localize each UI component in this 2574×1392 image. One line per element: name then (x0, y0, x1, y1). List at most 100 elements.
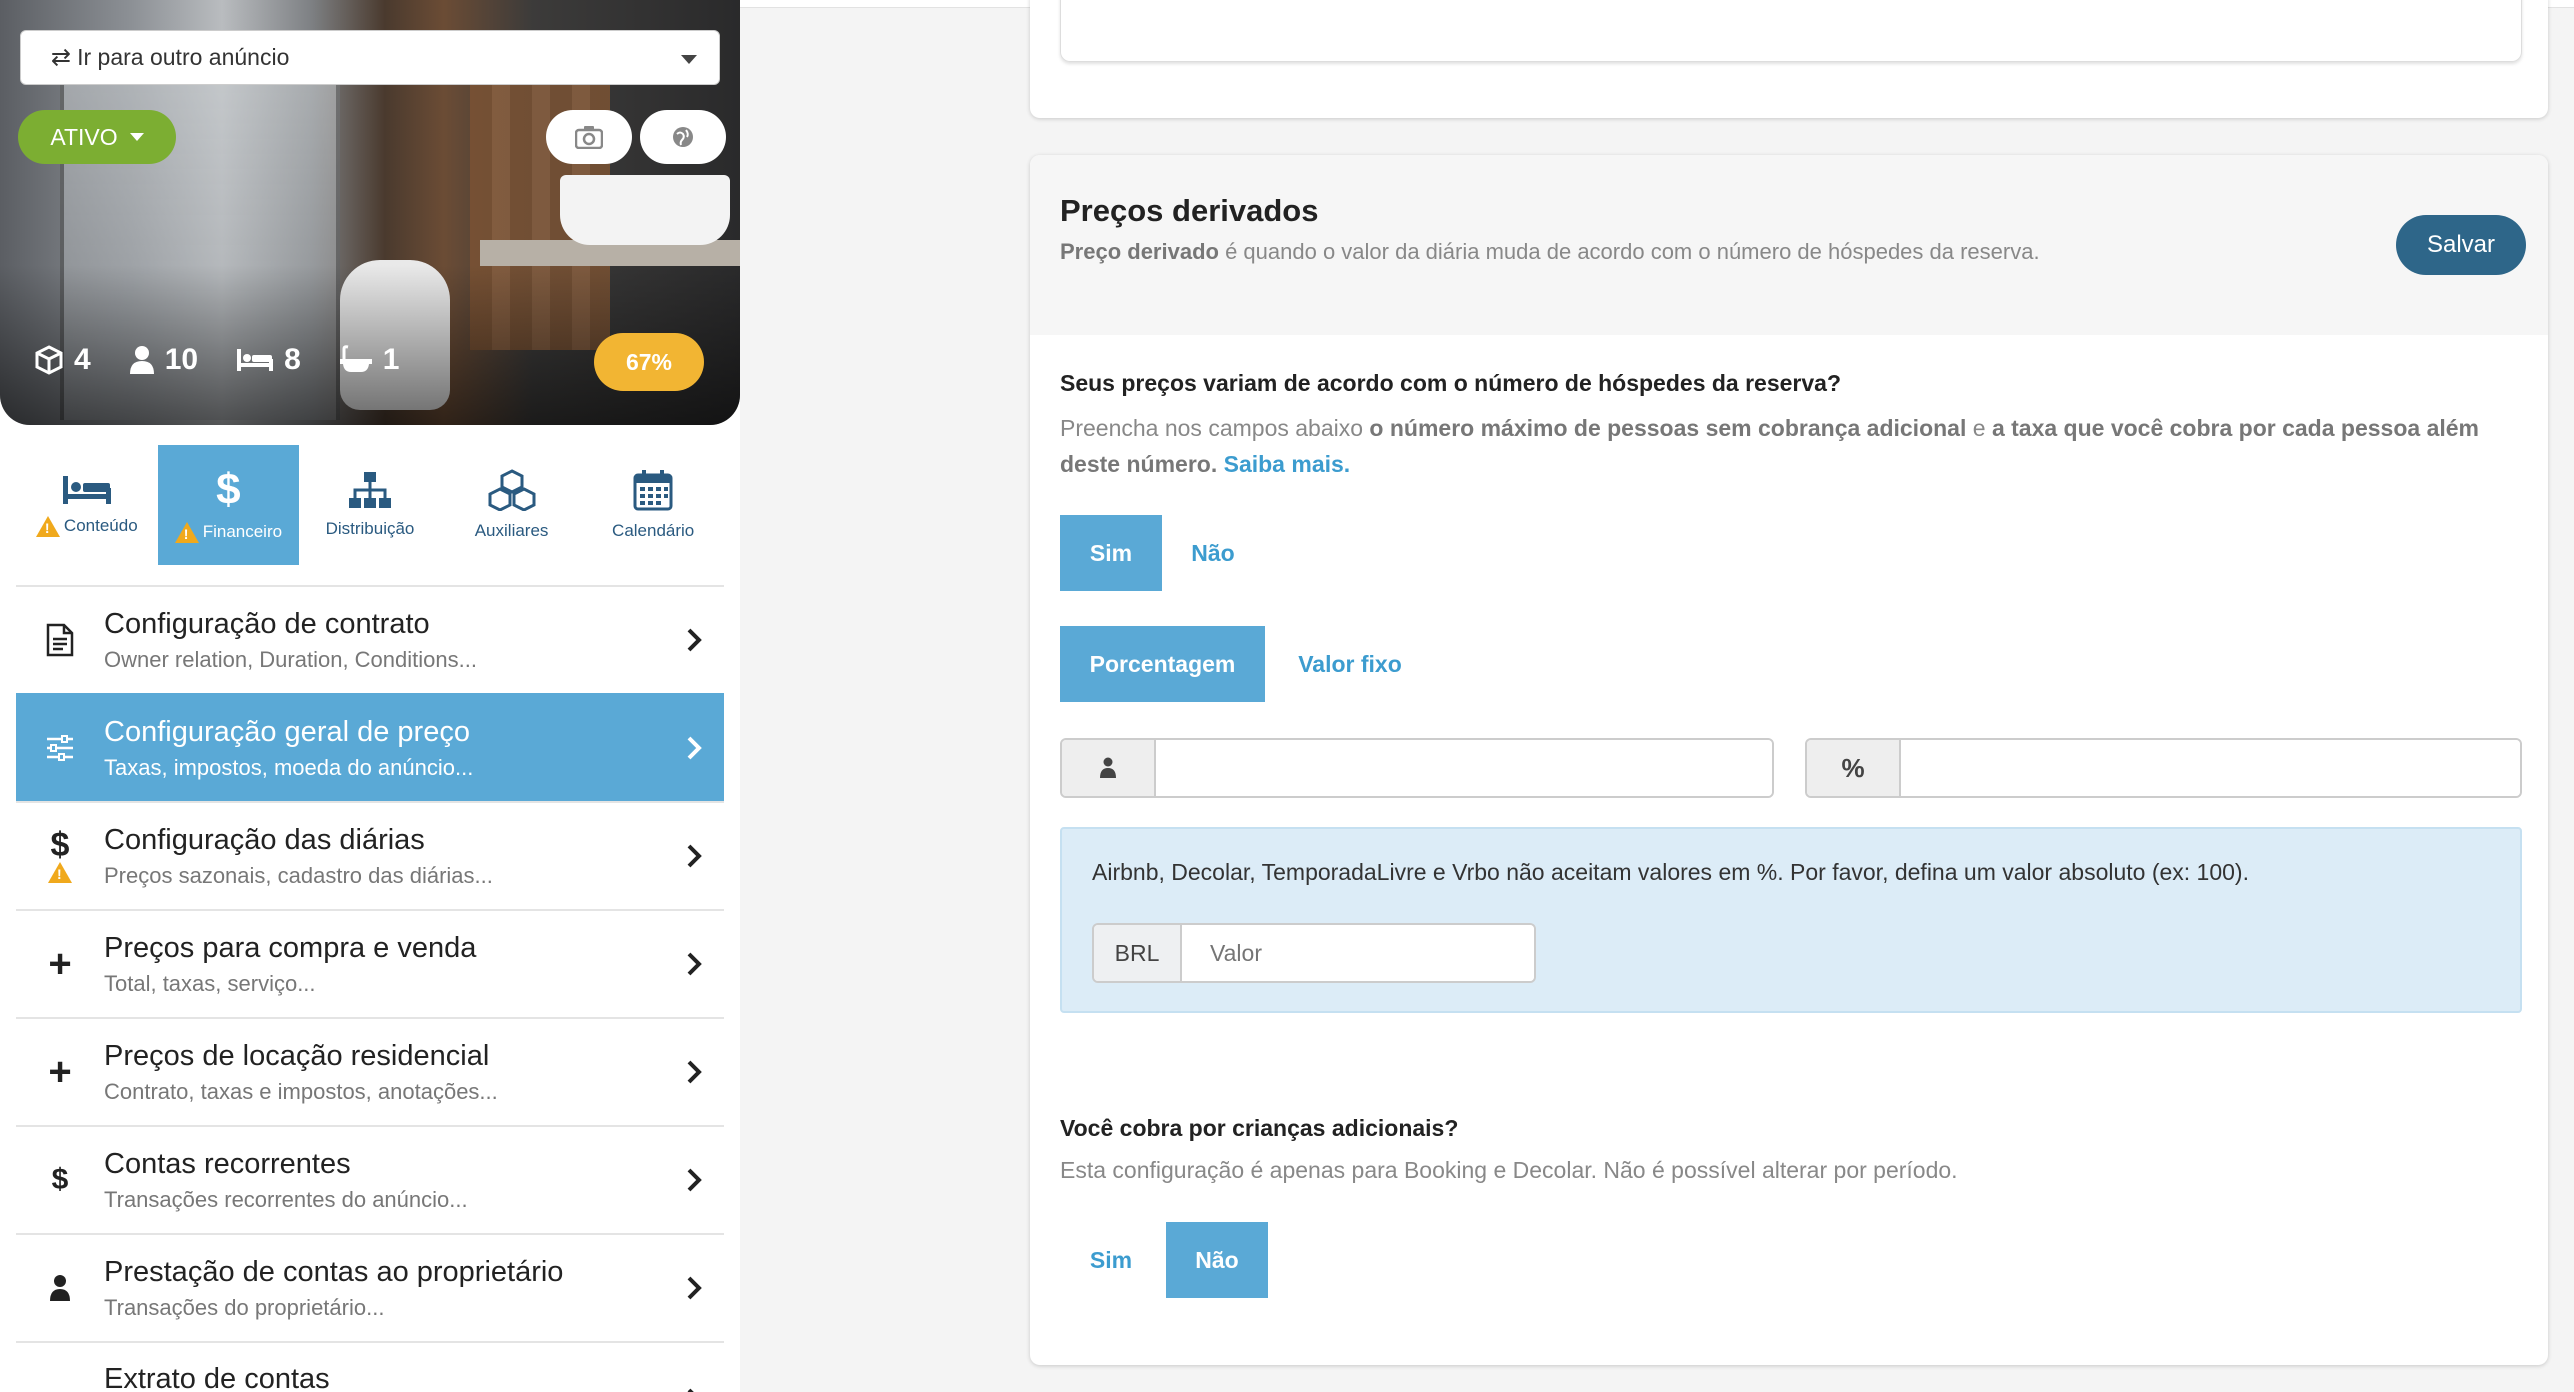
absolute-value-input[interactable] (1182, 925, 1534, 981)
guests-desc-a: Preencha nos campos abaixo (1060, 415, 1370, 441)
stat-guests: 10 (129, 343, 198, 377)
menu-item-title: Prestação de contas ao proprietário (104, 1255, 564, 1288)
bath-icon (339, 345, 372, 372)
stat-units: 4 (34, 343, 91, 377)
dollar-icon: $ (50, 825, 70, 864)
user-icon (50, 1275, 70, 1301)
tab-calendario[interactable]: Calendário (582, 445, 724, 565)
percentage-button[interactable]: Porcentagem (1060, 626, 1265, 702)
children-yes-button[interactable]: Sim (1060, 1222, 1162, 1298)
children-question-title: Você cobra por crianças adicionais? (1060, 1115, 1459, 1141)
extra-fee-input-group: % (1805, 738, 2522, 798)
menu-item-contract-config[interactable]: Configuração de contrato Owner relation,… (16, 585, 724, 693)
cubes-icon (488, 469, 536, 511)
tab-conteudo-label: Conteúdo (63, 516, 138, 535)
menu-item-recurring-accounts[interactable]: $ Contas recorrentes Transações recorren… (16, 1125, 724, 1233)
document-icon (46, 623, 74, 657)
tab-distribuicao-label: Distribuição (325, 519, 415, 538)
alert-text: Airbnb, Decolar, TemporadaLivre e Vrbo n… (1092, 859, 2249, 885)
status-dropdown-button[interactable]: ATIVO (18, 110, 176, 164)
menu-item-title: Configuração de contrato (104, 607, 430, 640)
cube-icon (35, 345, 63, 375)
warning-icon (35, 515, 60, 537)
menu-item-title: Extrato de contas (104, 1363, 330, 1392)
fixed-value-button[interactable]: Valor fixo (1265, 626, 1435, 702)
section-description-bold: Preço derivado (1060, 239, 1219, 264)
dollar-icon: $ (216, 464, 241, 514)
chevron-right-icon (687, 628, 702, 652)
tab-financeiro-label: Financeiro (202, 522, 283, 541)
bed-icon (62, 475, 111, 504)
chevron-right-icon (687, 1168, 702, 1192)
globe-button[interactable] (640, 110, 726, 164)
chevron-right-icon (687, 952, 702, 976)
plus-icon: + (48, 941, 72, 986)
save-button[interactable]: Salvar (2396, 215, 2526, 275)
children-no-button[interactable]: Não (1166, 1222, 1268, 1298)
menu-item-subtitle: Transações do proprietário... (104, 1294, 385, 1320)
menu-item-account-statement[interactable]: Extrato de contas (16, 1341, 724, 1392)
derived-prices-card: Preços derivados Preço derivado é quando… (1030, 155, 2548, 1365)
completion-badge: 67% (594, 333, 704, 391)
tab-calendario-label: Calendário (612, 521, 695, 540)
dollar-icon: $ (51, 1163, 69, 1196)
stat-units-value: 4 (74, 343, 91, 376)
derived-prices-header: Preços derivados Preço derivado é quando… (1030, 155, 2548, 335)
chevron-right-icon (687, 1060, 702, 1084)
chevron-right-icon (687, 736, 702, 760)
goto-listing-select[interactable]: ⇄ Ir para outro anúncio (20, 30, 720, 85)
previous-section-card (1030, 0, 2548, 118)
section-tabs: Conteúdo $ Financeiro Distribuição Auxil… (16, 445, 724, 565)
currency-addon: BRL (1094, 925, 1182, 981)
chevron-right-icon (687, 844, 702, 868)
menu-item-buy-sell-prices[interactable]: + Preços para compra e venda Total, taxa… (16, 909, 724, 1017)
sidebar: ⇄ Ir para outro anúncio ATIVO 4 10 8 1 6… (0, 0, 740, 1392)
menu-item-residential-rental-prices[interactable]: + Preços de locação residencial Contrato… (16, 1017, 724, 1125)
section-description-rest: é quando o valor da diária muda de acord… (1218, 239, 2040, 264)
menu-item-owner-statement[interactable]: Prestação de contas ao proprietário Tran… (16, 1233, 724, 1341)
stat-baths: 1 (339, 343, 400, 377)
user-icon (1100, 757, 1116, 778)
menu-item-title: Configuração das diárias (104, 823, 425, 856)
menu-item-subtitle: Contrato, taxas e impostos, anotações... (104, 1078, 498, 1104)
tab-auxiliares-label: Auxiliares (474, 521, 549, 540)
sitemap-icon (348, 472, 391, 508)
tab-financeiro[interactable]: $ Financeiro (157, 445, 300, 565)
section-title: Preços derivados (1060, 193, 1319, 228)
guests-desc-c: e (1966, 415, 1992, 441)
financial-menu: Configuração de contrato Owner relation,… (16, 585, 724, 1392)
menu-item-daily-rates-config[interactable]: $ Configuração das diárias Preços sazona… (16, 801, 724, 909)
percent-addon: % (1807, 740, 1901, 796)
previous-section-field[interactable] (1060, 0, 2522, 62)
children-question-description: Esta configuração é apenas para Booking … (1060, 1157, 1958, 1183)
guests-question-title: Seus preços variam de acordo com o númer… (1060, 370, 1842, 396)
warning-icon (48, 861, 72, 883)
max-guests-input-group (1060, 738, 1774, 798)
menu-item-title: Preços de locação residencial (104, 1039, 490, 1072)
tab-auxiliares[interactable]: Auxiliares (441, 445, 583, 565)
max-guests-input[interactable] (1156, 740, 1772, 796)
warning-icon (174, 521, 199, 543)
stat-guests-value: 10 (164, 343, 199, 376)
menu-item-subtitle: Transações recorrentes do anúncio... (104, 1186, 468, 1212)
menu-item-general-price-config[interactable]: Configuração geral de preço Taxas, impos… (16, 693, 724, 801)
tab-conteudo[interactable]: Conteúdo (16, 445, 158, 565)
user-icon (129, 346, 154, 374)
tab-distribuicao[interactable]: Distribuição (299, 445, 441, 565)
menu-item-subtitle: Total, taxas, serviço... (104, 970, 316, 996)
listing-photo: ⇄ Ir para outro anúncio ATIVO 4 10 8 1 6… (0, 0, 740, 425)
info-alert: Airbnb, Decolar, TemporadaLivre e Vrbo n… (1060, 827, 2522, 1013)
absolute-value-input-group: BRL (1092, 923, 1536, 983)
learn-more-link[interactable]: Saiba mais. (1224, 451, 1351, 477)
caret-down-icon (681, 55, 697, 64)
menu-item-subtitle: Preços sazonais, cadastro das diárias... (104, 862, 493, 888)
camera-button[interactable] (546, 110, 632, 164)
extra-fee-input[interactable] (1901, 740, 2520, 796)
menu-item-title: Configuração geral de preço (104, 715, 470, 748)
guests-yes-button[interactable]: Sim (1060, 515, 1162, 591)
menu-item-title: Preços para compra e venda (104, 931, 477, 964)
section-description: Preço derivado é quando o valor da diári… (1060, 234, 2060, 270)
stat-baths-value: 1 (382, 343, 400, 376)
guests-no-button[interactable]: Não (1162, 515, 1264, 591)
menu-item-subtitle: Owner relation, Duration, Conditions... (104, 646, 477, 672)
